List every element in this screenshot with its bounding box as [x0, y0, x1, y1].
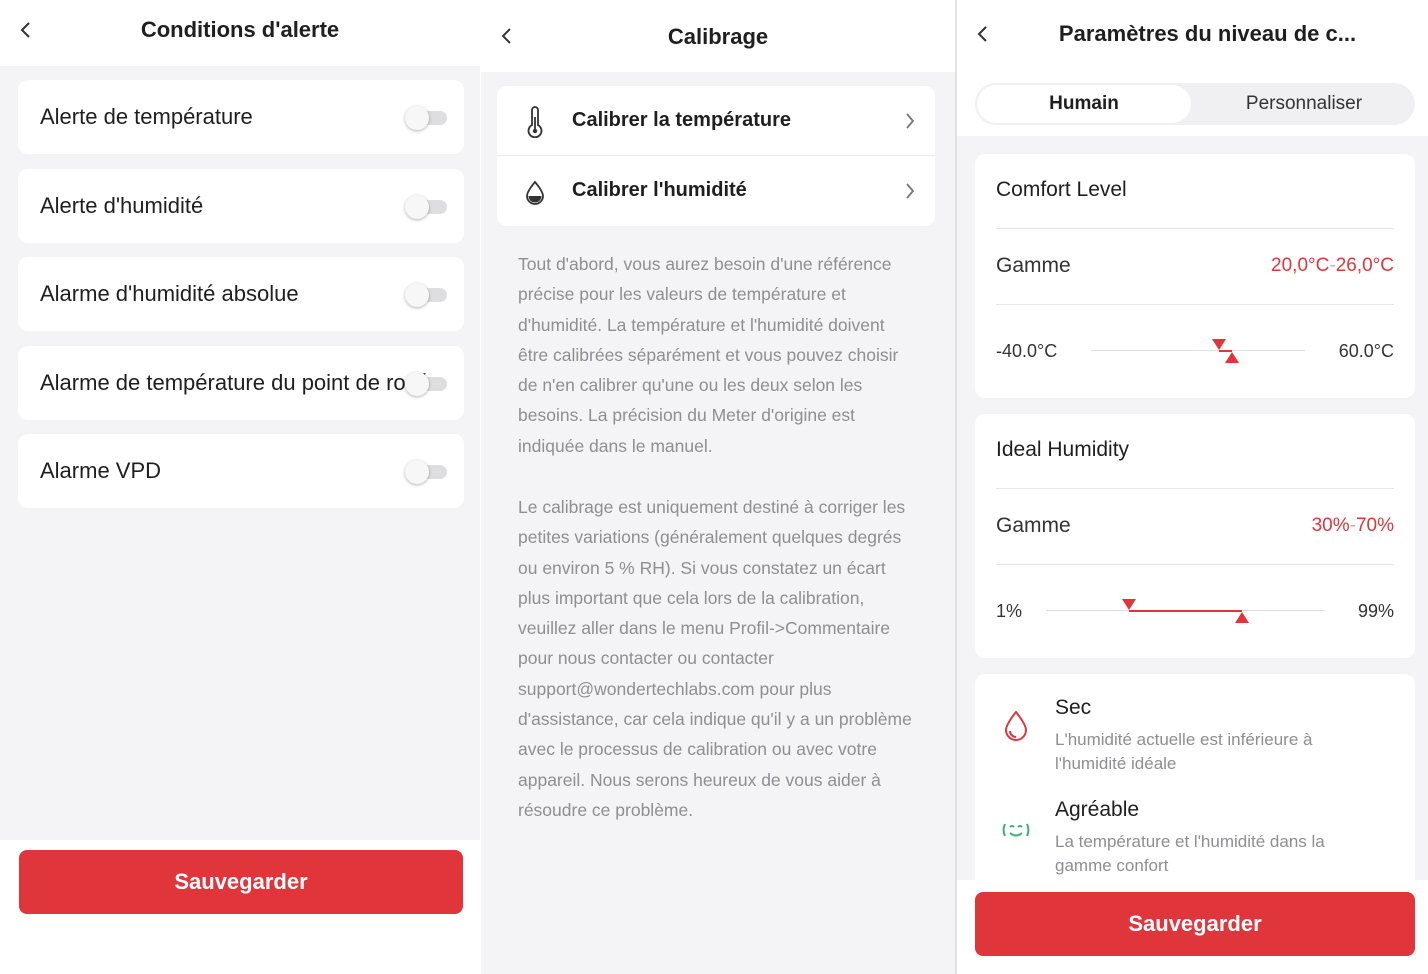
thermometer-icon [523, 106, 547, 139]
chevron-right-icon [905, 113, 915, 129]
humidity-alert-label: Alerte d'humidité [40, 193, 204, 218]
page-title: Conditions d'alerte [140, 17, 340, 42]
temperature-alert-label: Alerte de température [40, 104, 253, 129]
legend-dry-title: Sec [1055, 696, 1092, 719]
legend-item-dry: Sec L'humidité actuelle est inférieure à… [975, 696, 1415, 786]
humidity-alert-row: Alerte d'humidité [18, 169, 464, 243]
smiley-icon [999, 810, 1033, 844]
absolute-humidity-alarm-label: Alarme d'humidité absolue [40, 281, 299, 306]
comfort-settings-header: Paramètres du niveau de c... Humain Pers… [957, 0, 1428, 136]
comfort-footer: Sauvegarder [957, 880, 1428, 974]
range-high-handle[interactable] [1235, 612, 1250, 623]
comfort-settings-screen: Paramètres du niveau de c... Humain Pers… [957, 0, 1428, 974]
vpd-alarm-toggle[interactable] [405, 460, 447, 484]
dew-point-alarm-label: Alarme de température du point de rosée [40, 370, 442, 395]
water-drop-icon [523, 176, 547, 208]
range-low-handle[interactable] [1121, 599, 1136, 610]
chevron-right-icon [905, 183, 915, 199]
vpd-alarm-label: Alarme VPD [40, 458, 162, 483]
ideal-humidity-card: Ideal Humidity Gamme 30%-70% 1% 99% [975, 414, 1415, 658]
page-title: Calibrage [667, 24, 769, 49]
temperature-alert-row: Alerte de température [18, 80, 464, 154]
tab-humain[interactable]: Humain [977, 85, 1191, 123]
calibrate-temperature-row[interactable]: Calibrer la température [497, 86, 935, 156]
temperature-range-slider[interactable] [1091, 336, 1305, 366]
save-button[interactable]: Sauvegarder [19, 850, 463, 914]
humidity-range-slider[interactable] [1046, 596, 1325, 626]
humidity-range-value: 30%-70% [1311, 515, 1394, 536]
dew-point-alarm-toggle[interactable] [405, 372, 447, 396]
calibration-header: Calibrage [481, 0, 955, 72]
vpd-alarm-row: Alarme VPD [18, 434, 464, 508]
calibration-note-text: Le calibrage est uniquement destiné à co… [518, 497, 912, 820]
calibrate-humidity-row[interactable]: Calibrer l'humidité [497, 156, 935, 226]
legend-item-comfortable: Agréable La température et l'humidité da… [975, 798, 1415, 888]
dry-drop-icon [999, 708, 1033, 742]
comfort-level-card: Comfort Level Gamme 20,0°C-26,0°C -40.0°… [975, 154, 1415, 398]
tab-personnaliser[interactable]: Personnaliser [1195, 85, 1413, 123]
range-low-handle[interactable] [1212, 339, 1227, 350]
range-high-handle[interactable] [1225, 352, 1240, 363]
calibrate-humidity-label: Calibrer l'humidité [572, 179, 747, 201]
calibration-menu: Calibrer la température Calibrer l'humid… [497, 86, 935, 226]
humidity-scale-min: 1% [996, 601, 1023, 621]
alert-footer: Sauvegarder [0, 840, 480, 974]
comfort-scale-max: 60.0°C [1338, 341, 1394, 361]
legend-dry-desc: L'humidité actuelle est inférieure à l'h… [1055, 730, 1313, 773]
calibrate-temperature-label: Calibrer la température [572, 109, 791, 131]
legend-comfortable-desc: La température et l'humidité dans la gam… [1055, 832, 1325, 875]
profile-tabs: Humain Personnaliser [975, 83, 1415, 125]
alert-conditions-screen: Conditions d'alerte Alerte de températur… [0, 0, 480, 974]
humidity-range-label: Gamme [996, 514, 1071, 537]
dew-point-alarm-row: Alarme de température du point de rosée [18, 346, 464, 420]
temperature-alert-toggle[interactable] [405, 106, 447, 130]
calibration-intro-text: Tout d'abord, vous aurez besoin d'une ré… [518, 254, 899, 456]
alert-conditions-header: Conditions d'alerte [0, 0, 480, 66]
humidity-alert-toggle[interactable] [405, 195, 447, 219]
comfort-range-label: Gamme [996, 254, 1071, 277]
absolute-humidity-alarm-row: Alarme d'humidité absolue [18, 257, 464, 331]
page-title: Paramètres du niveau de c... [1058, 21, 1357, 46]
absolute-humidity-alarm-toggle[interactable] [405, 283, 447, 307]
humidity-scale-max: 99% [1357, 601, 1394, 621]
comfort-scale-min: -40.0°C [996, 341, 1058, 361]
ideal-humidity-title: Ideal Humidity [996, 438, 1130, 461]
calibration-screen: Calibrage Calibrer la température Calibr… [481, 0, 955, 974]
comfort-level-title: Comfort Level [996, 178, 1127, 201]
comfort-range-value: 20,0°C-26,0°C [1271, 255, 1394, 276]
legend-comfortable-title: Agréable [1055, 798, 1140, 821]
save-button[interactable]: Sauvegarder [975, 892, 1415, 956]
